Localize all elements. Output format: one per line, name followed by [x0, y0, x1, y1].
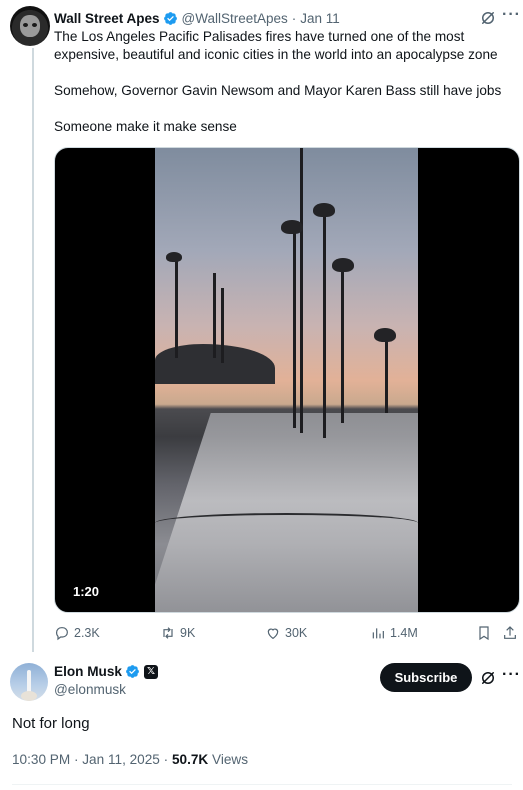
verified-icon [126, 665, 139, 678]
tweet-paragraph-3: Someone make it make sense [54, 119, 237, 134]
video-duration: 1:20 [73, 584, 100, 599]
main-tweet[interactable]: Elon Musk 𝕏 @elonmusk Subscribe ··· Not … [0, 660, 523, 790]
tweet-timestamp[interactable]: 10:30 PM · Jan 11, 2025 · [12, 752, 172, 767]
views-button[interactable]: 1.4M [370, 624, 418, 642]
avatar-wall-street-apes[interactable] [10, 6, 50, 46]
bookmark-button[interactable] [476, 624, 496, 642]
more-icon[interactable]: ··· [502, 666, 521, 684]
repost-count: 9K [180, 626, 196, 640]
share-button[interactable] [502, 624, 522, 642]
parent-tweet[interactable]: Wall Street Apes @WallStreetApes · Jan 1… [0, 0, 523, 660]
bookmark-icon [479, 626, 489, 641]
reply-count: 2.3K [74, 626, 100, 640]
video-player[interactable]: 1:20 [54, 147, 520, 613]
tweet-date[interactable]: Jan 11 [300, 11, 340, 26]
like-button[interactable]: 30K [265, 624, 307, 642]
video-frame [155, 148, 418, 612]
grok-icon[interactable] [479, 669, 497, 687]
views-label: Views [208, 752, 249, 767]
share-icon [504, 626, 516, 639]
views-count: 1.4M [390, 626, 418, 640]
author-name[interactable]: Wall Street Apes [54, 11, 160, 26]
repost-button[interactable]: 9K [160, 624, 195, 642]
reply-icon [56, 627, 68, 641]
reply-button[interactable]: 2.3K [54, 624, 100, 642]
author-handle[interactable]: @elonmusk [54, 682, 126, 697]
author-handle[interactable]: @WallStreetApes [182, 11, 288, 26]
tweet-paragraph-2: Somehow, Governor Gavin Newsom and Mayor… [54, 83, 502, 98]
views-count: 50.7K [171, 752, 209, 767]
repost-icon [163, 627, 173, 639]
verified-icon [163, 11, 177, 25]
divider [12, 784, 512, 785]
more-icon[interactable]: ··· [502, 6, 521, 24]
like-count: 30K [285, 626, 308, 640]
subscribe-button[interactable]: Subscribe [380, 663, 472, 692]
grok-icon[interactable] [479, 9, 497, 27]
parent-tweet-header: Wall Street Apes @WallStreetApes · Jan 1… [54, 8, 340, 28]
like-icon [267, 628, 279, 640]
x-affiliate-icon[interactable]: 𝕏 [143, 664, 158, 679]
separator-dot: · [291, 10, 297, 26]
author-name[interactable]: Elon Musk [54, 664, 122, 679]
tweet-text: The Los Angeles Pacific Palisades fires … [54, 28, 516, 154]
tweet-paragraph-1: The Los Angeles Pacific Palisades fires … [54, 29, 498, 62]
tweet-text: Not for long [12, 715, 90, 732]
main-tweet-author-row: Elon Musk 𝕏 [54, 664, 158, 679]
tweet-actions: 2.3K 9K 30K 1.4M [54, 624, 520, 644]
avatar-elon-musk[interactable] [10, 663, 48, 701]
views-icon [372, 628, 384, 639]
tweet-metadata: 10:30 PM · Jan 11, 2025 · 50.7K Views [12, 752, 248, 767]
